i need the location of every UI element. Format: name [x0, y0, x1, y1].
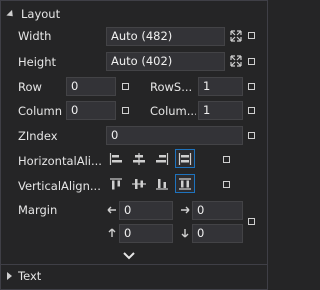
- vertical-alignment-label: VerticalAlign...: [18, 179, 101, 193]
- align-middle-button[interactable]: [129, 174, 149, 193]
- align-bottom-button[interactable]: [152, 174, 172, 193]
- text-section-title: Text: [18, 269, 42, 283]
- margin-marker-icon[interactable]: [248, 218, 255, 225]
- rowspan-marker-icon[interactable]: [248, 83, 255, 90]
- arrow-up-icon: [107, 228, 117, 238]
- margin-left-field[interactable]: 0: [119, 201, 173, 220]
- zindex-field[interactable]: 0: [106, 126, 243, 145]
- columnspan-marker-icon[interactable]: [248, 107, 255, 114]
- zindex-marker-icon[interactable]: [248, 132, 255, 139]
- margin-top-field[interactable]: 0: [119, 224, 173, 243]
- column-field[interactable]: 0: [66, 101, 116, 120]
- rowspan-label: RowS...: [150, 80, 193, 94]
- width-field[interactable]: Auto (482): [106, 27, 225, 46]
- chevron-down-icon[interactable]: [122, 251, 136, 260]
- vertical-alignment-marker-icon[interactable]: [223, 181, 230, 188]
- row-marker-icon[interactable]: [122, 83, 129, 90]
- resize-arrows-icon[interactable]: [230, 55, 242, 67]
- align-left-button[interactable]: [106, 149, 126, 168]
- column-marker-icon[interactable]: [122, 107, 129, 114]
- section-divider: [1, 264, 267, 265]
- height-marker-icon[interactable]: [248, 58, 255, 65]
- width-label: Width: [18, 29, 52, 43]
- row-label: Row: [18, 80, 42, 94]
- arrow-right-icon: [180, 205, 190, 215]
- resize-arrows-icon[interactable]: [230, 30, 242, 42]
- horizontal-alignment-label: HorizontalAli...: [18, 154, 102, 168]
- horizontal-alignment-marker-icon[interactable]: [223, 156, 230, 163]
- layout-section-header[interactable]: Layout: [6, 7, 61, 21]
- align-right-button[interactable]: [152, 149, 172, 168]
- collapse-triangle-icon: [6, 9, 16, 19]
- height-label: Height: [18, 55, 57, 69]
- width-marker-icon[interactable]: [248, 32, 255, 39]
- row-field[interactable]: 0: [66, 77, 116, 96]
- properties-panel: Layout Width Auto (482) Height Auto (402…: [0, 0, 268, 290]
- rowspan-field[interactable]: 1: [198, 77, 243, 96]
- horizontal-alignment-group: [106, 149, 195, 168]
- columnspan-field[interactable]: 1: [198, 101, 243, 120]
- align-stretch-horizontal-button[interactable]: [175, 149, 195, 168]
- arrow-left-icon: [107, 205, 117, 215]
- height-field[interactable]: Auto (402): [106, 52, 225, 71]
- columnspan-label: Colum...: [150, 104, 196, 118]
- align-stretch-vertical-button[interactable]: [175, 174, 195, 193]
- text-section-header[interactable]: Text: [7, 269, 41, 283]
- column-label: Column: [18, 104, 63, 118]
- zindex-label: ZIndex: [18, 129, 58, 143]
- align-center-button[interactable]: [129, 149, 149, 168]
- expand-triangle-icon: [7, 272, 12, 280]
- arrow-down-icon: [180, 228, 190, 238]
- vertical-alignment-group: [106, 174, 195, 193]
- margin-bottom-field[interactable]: 0: [192, 224, 243, 243]
- align-top-button[interactable]: [106, 174, 126, 193]
- margin-right-field[interactable]: 0: [192, 201, 243, 220]
- margin-label: Margin: [18, 203, 58, 217]
- layout-section-title: Layout: [21, 7, 61, 21]
